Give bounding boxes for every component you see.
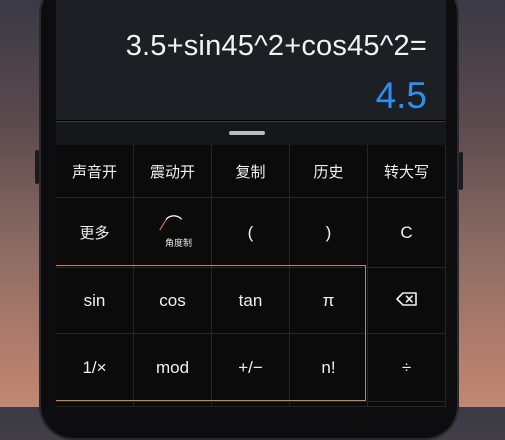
copy-button[interactable]: 复制 [212, 145, 290, 198]
clear-button[interactable]: C [368, 198, 446, 268]
calculator-screen: 3.5+sin45^2+cos45^2= 4.5 声音开 震动开 复制 历史 转… [56, 0, 446, 407]
next-row-partial [290, 402, 368, 407]
vibration-toggle-button[interactable]: 震动开 [134, 145, 212, 198]
drawer-handle[interactable] [229, 131, 265, 135]
cos-button[interactable]: cos [134, 268, 212, 334]
result-display: 4.5 [375, 75, 427, 116]
backspace-icon [395, 291, 418, 311]
close-paren-button[interactable]: ) [290, 198, 368, 268]
negate-button[interactable]: +/− [212, 334, 290, 402]
reciprocal-button[interactable]: 1/× [56, 334, 134, 402]
mod-button[interactable]: mod [134, 334, 212, 402]
angle-mode-label: 角度制 [164, 238, 192, 248]
divide-button[interactable]: ÷ [368, 334, 446, 402]
angle-mode-button[interactable]: ∕⌒ 角度制 [134, 198, 212, 268]
factorial-button[interactable]: n! [290, 334, 368, 402]
display-panel: 3.5+sin45^2+cos45^2= 4.5 [56, 0, 446, 120]
expression-display: 3.5+sin45^2+cos45^2= [125, 30, 427, 62]
next-row-partial [212, 402, 290, 407]
more-button[interactable]: 更多 [56, 198, 134, 268]
keypad: 声音开 震动开 复制 历史 转大写 更多 ∕⌒ 角度制 ( ) C sin co… [56, 145, 446, 407]
phone-side-button-right [459, 152, 463, 190]
pi-button[interactable]: π [290, 268, 368, 334]
tan-button[interactable]: tan [212, 268, 290, 334]
sin-button[interactable]: sin [56, 268, 134, 334]
open-paren-button[interactable]: ( [212, 198, 290, 268]
drawer-handle-area[interactable] [56, 122, 446, 145]
backspace-button[interactable] [368, 268, 446, 334]
sound-toggle-button[interactable]: 声音开 [56, 145, 134, 198]
angle-icon: ∕⌒ [162, 215, 183, 234]
uppercase-button[interactable]: 转大写 [368, 145, 446, 198]
next-row-partial [56, 402, 134, 407]
history-button[interactable]: 历史 [290, 145, 368, 198]
next-row-partial [368, 402, 446, 407]
next-row-partial [134, 402, 212, 407]
